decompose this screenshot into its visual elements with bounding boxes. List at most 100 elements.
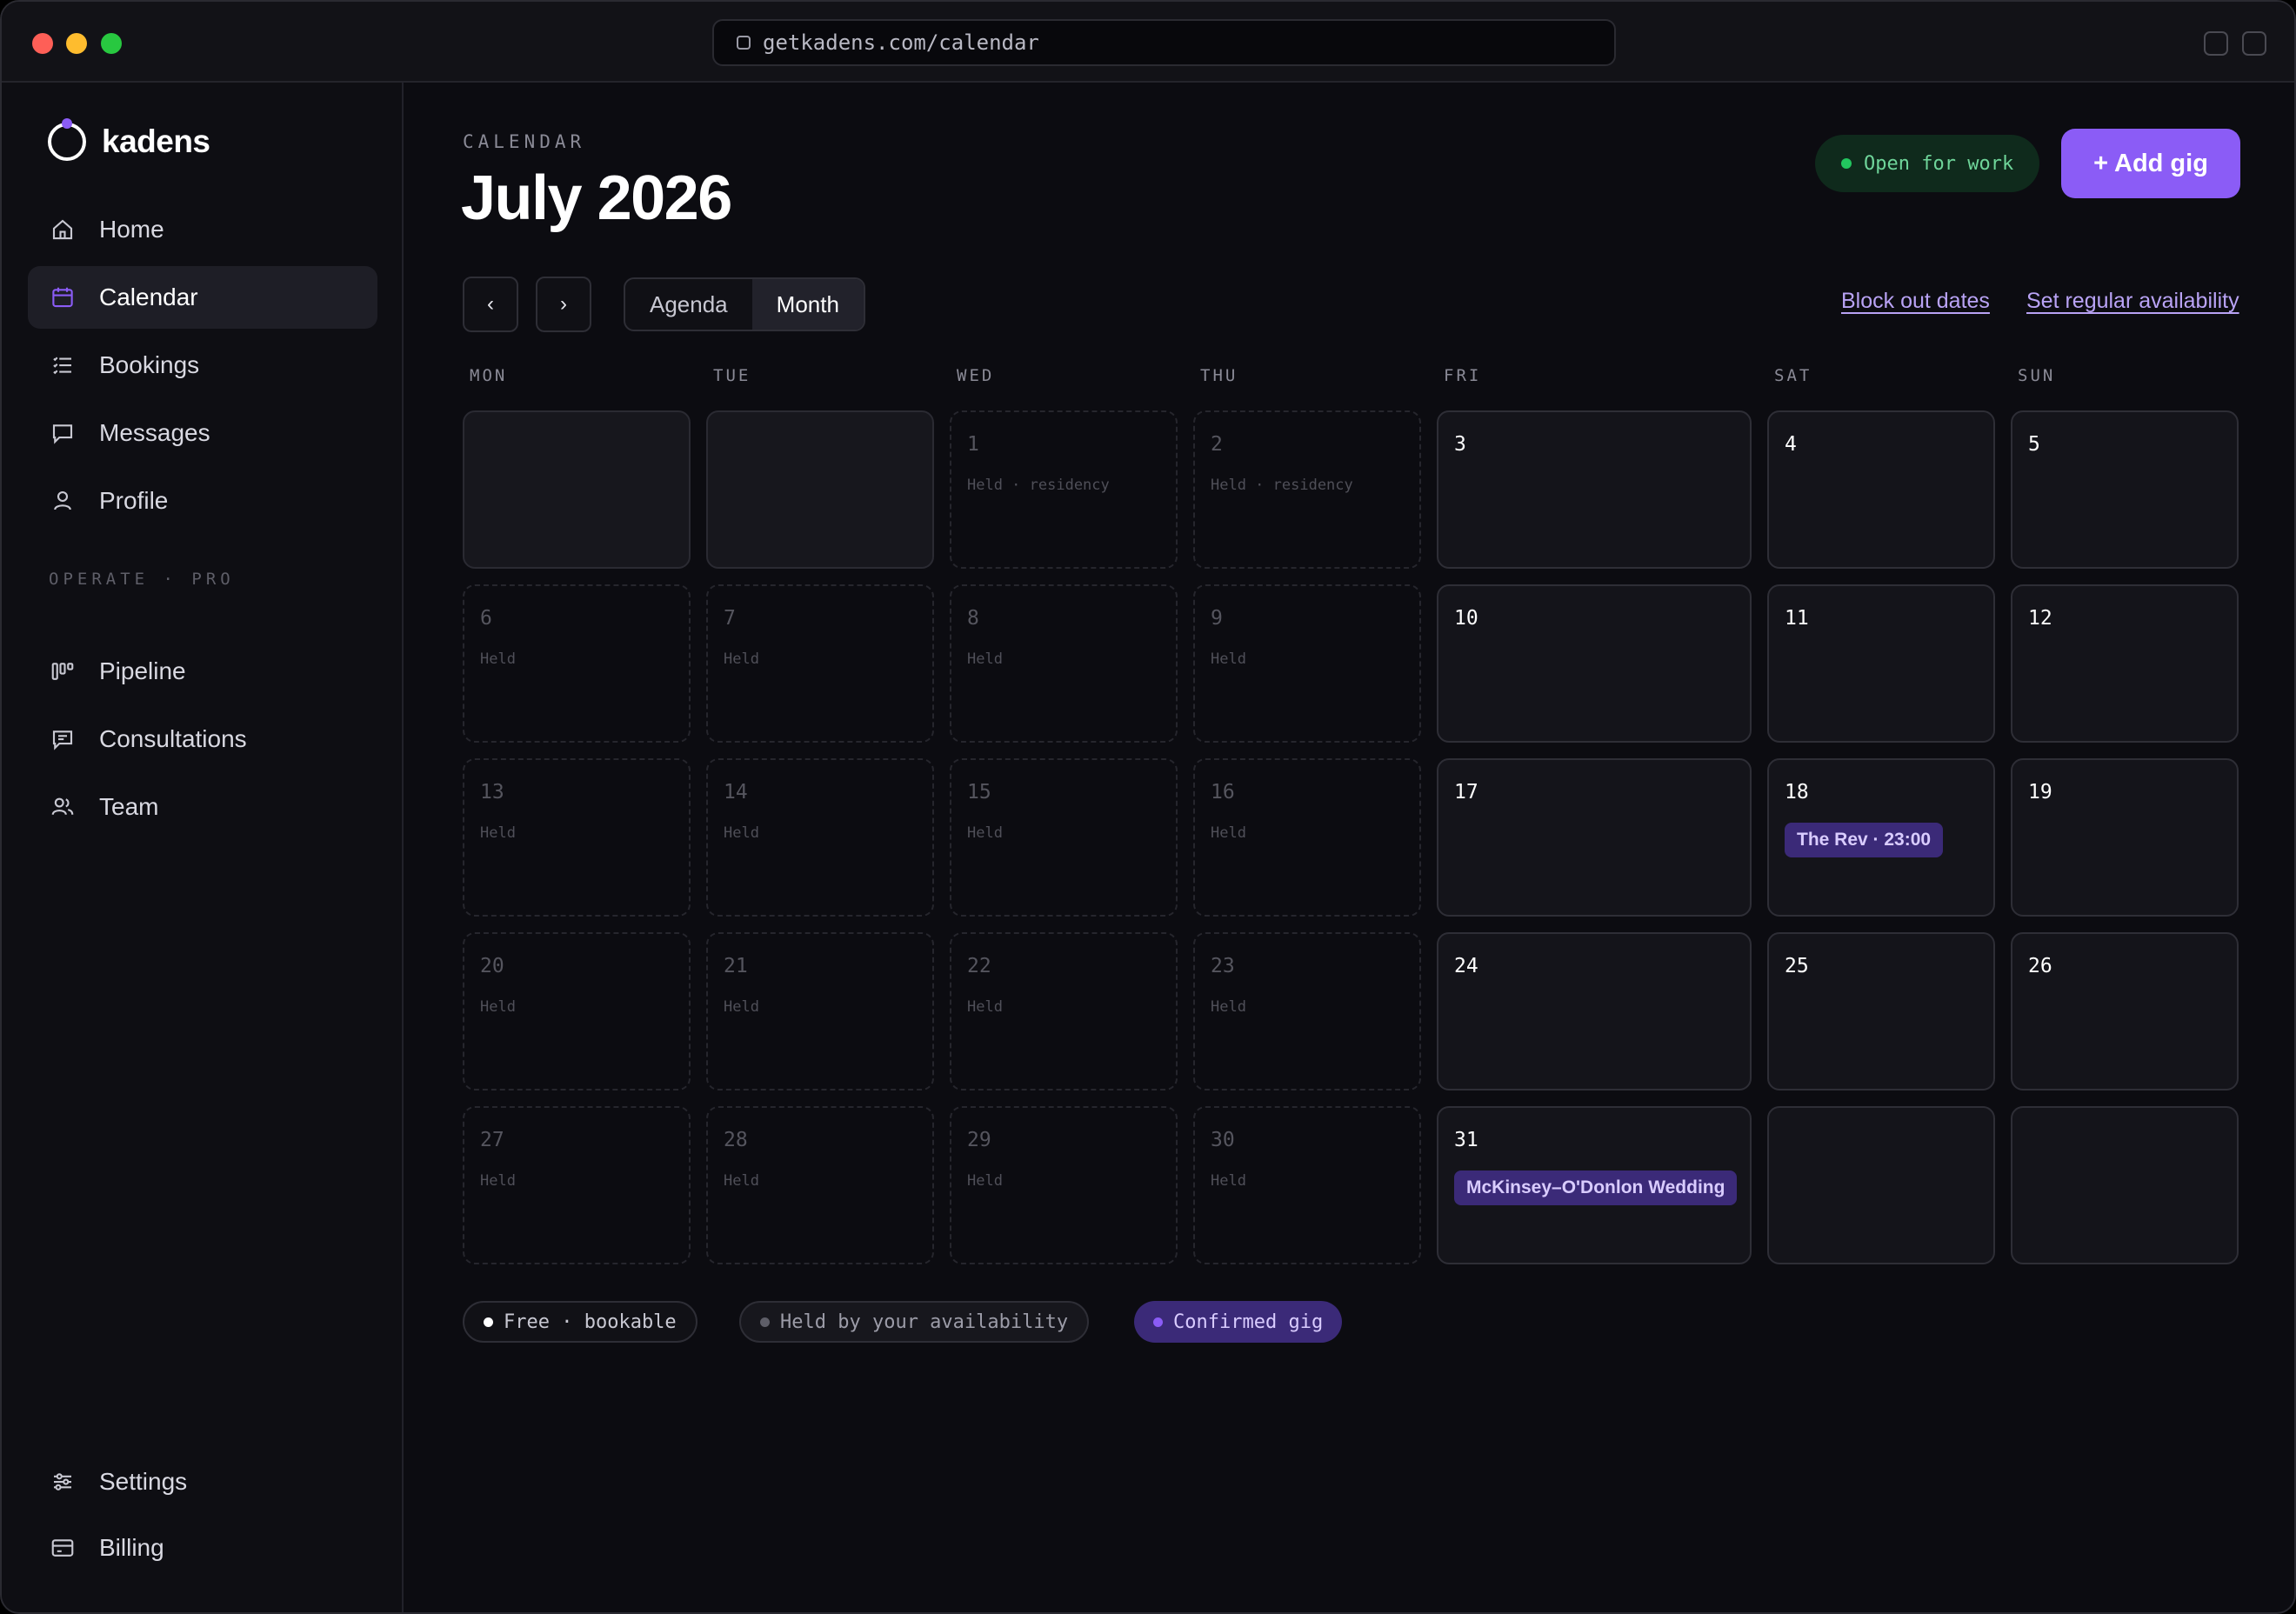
window-icon[interactable] bbox=[2242, 31, 2266, 56]
consultation-icon bbox=[52, 730, 73, 750]
calendar-day-cell[interactable]: 25 bbox=[1767, 932, 1995, 1090]
calendar-day-cell[interactable]: 3 bbox=[1437, 410, 1752, 569]
calendar-day-cell[interactable]: 13 Held bbox=[463, 758, 691, 917]
held-note: Held bbox=[724, 1172, 759, 1190]
list-icon bbox=[53, 357, 71, 375]
sidebar-item-home[interactable]: Home bbox=[28, 198, 377, 261]
calendar-day-cell[interactable]: 6 Held bbox=[463, 584, 691, 743]
calendar-day-cell[interactable]: 22 Held bbox=[950, 932, 1178, 1090]
day-number: 4 bbox=[1785, 433, 1797, 456]
weekday-label: THU bbox=[1200, 366, 1238, 385]
day-number: 8 bbox=[967, 607, 979, 630]
maximize-window-button[interactable] bbox=[101, 33, 122, 54]
minimize-window-button[interactable] bbox=[66, 33, 87, 54]
calendar-day-cell[interactable]: 11 bbox=[1767, 584, 1995, 743]
weekday-label: TUE bbox=[713, 366, 751, 385]
tabs-icon[interactable] bbox=[2204, 31, 2228, 56]
day-number: 27 bbox=[480, 1129, 504, 1151]
calendar-day-cell[interactable]: 2 Held · residency bbox=[1193, 410, 1421, 569]
sidebar-item-profile[interactable]: Profile bbox=[28, 470, 377, 532]
home-icon bbox=[52, 219, 73, 240]
calendar-day-cell[interactable] bbox=[1767, 1106, 1995, 1264]
sidebar-item-label: Bookings bbox=[99, 351, 200, 378]
calendar-day-cell[interactable]: 27 Held bbox=[463, 1106, 691, 1264]
held-note: Held bbox=[480, 650, 516, 668]
calendar-day-cell[interactable]: 12 bbox=[2011, 584, 2239, 743]
day-number: 5 bbox=[2028, 433, 2040, 456]
calendar-day-cell[interactable]: 18 The Rev · 23:00 bbox=[1767, 758, 1995, 917]
sidebar-item-label: Pipeline bbox=[99, 657, 186, 684]
calendar-day-cell[interactable]: 31 McKinsey–O'Donlon Wedding bbox=[1437, 1106, 1752, 1264]
close-window-button[interactable] bbox=[32, 33, 53, 54]
day-number: 2 bbox=[1211, 433, 1223, 456]
day-number: 12 bbox=[2028, 607, 2052, 630]
tab-agenda[interactable]: Agenda bbox=[625, 279, 752, 330]
block-out-dates-link[interactable]: Block out dates bbox=[1841, 289, 1990, 314]
sidebar-item-label: Team bbox=[99, 793, 159, 820]
calendar-day-cell[interactable]: 28 Held bbox=[706, 1106, 934, 1264]
weekday-label: WED bbox=[957, 366, 995, 385]
calendar-day-cell[interactable]: 17 bbox=[1437, 758, 1752, 917]
calendar-day-cell[interactable]: 5 bbox=[2011, 410, 2239, 569]
add-gig-button[interactable]: + Add gig bbox=[2061, 129, 2240, 198]
sidebar-item-billing[interactable]: Billing bbox=[28, 1517, 377, 1579]
calendar-day-cell[interactable]: 14 Held bbox=[706, 758, 934, 917]
calendar-day-cell[interactable]: 21 Held bbox=[706, 932, 934, 1090]
status-badge[interactable]: Open for work bbox=[1815, 135, 2040, 192]
calendar-day-cell[interactable]: 29 Held bbox=[950, 1106, 1178, 1264]
sidebar-item-calendar[interactable]: Calendar bbox=[28, 266, 377, 329]
sidebar-item-settings[interactable]: Settings bbox=[28, 1451, 377, 1513]
day-number: 6 bbox=[480, 607, 492, 630]
calendar-day-cell[interactable]: 16 Held bbox=[1193, 758, 1421, 917]
calendar-day-cell[interactable]: 15 Held bbox=[950, 758, 1178, 917]
calendar-day-cell[interactable]: 7 Held bbox=[706, 584, 934, 743]
held-dot-icon bbox=[760, 1317, 770, 1327]
calendar-day-cell[interactable]: 8 Held bbox=[950, 584, 1178, 743]
day-number: 18 bbox=[1785, 781, 1809, 804]
page-eyebrow: CALENDAR bbox=[463, 131, 586, 152]
gig-event-chip[interactable]: The Rev · 23:00 bbox=[1785, 823, 1944, 857]
day-number: 10 bbox=[1454, 607, 1478, 630]
gig-event-chip[interactable]: McKinsey–O'Donlon Wedding bbox=[1454, 1170, 1738, 1205]
day-number: 29 bbox=[967, 1129, 991, 1151]
set-regular-availability-link[interactable]: Set regular availability bbox=[2026, 289, 2239, 314]
address-bar[interactable]: getkadens.com/calendar bbox=[712, 19, 1616, 66]
calendar-day-cell[interactable]: 9 Held bbox=[1193, 584, 1421, 743]
message-icon bbox=[52, 424, 73, 444]
calendar-day-cell[interactable]: 20 Held bbox=[463, 932, 691, 1090]
calendar-day-cell[interactable]: 10 bbox=[1437, 584, 1752, 743]
held-note: Held bbox=[724, 650, 759, 668]
tab-month[interactable]: Month bbox=[751, 279, 864, 330]
sidebar-item-label: Calendar bbox=[99, 283, 198, 310]
calendar-day-cell[interactable]: 4 bbox=[1767, 410, 1995, 569]
weekday-label: SAT bbox=[1774, 366, 1812, 385]
day-number: 3 bbox=[1454, 433, 1466, 456]
sidebar-item-bookings[interactable]: Bookings bbox=[28, 334, 377, 397]
sidebar-item-consultations[interactable]: Consultations bbox=[28, 708, 377, 770]
day-number: 28 bbox=[724, 1129, 748, 1151]
held-note: Held bbox=[480, 998, 516, 1016]
brand[interactable]: kadens bbox=[48, 118, 210, 161]
sidebar-item-pipeline[interactable]: Pipeline bbox=[28, 640, 377, 703]
calendar-day-cell[interactable]: 26 bbox=[2011, 932, 2239, 1090]
held-note: Held bbox=[967, 998, 1003, 1016]
prev-month-button[interactable]: ‹ bbox=[463, 277, 518, 332]
calendar-day-cell[interactable]: 1 Held · residency bbox=[950, 410, 1178, 569]
day-number: 22 bbox=[967, 955, 991, 977]
calendar-day-cell[interactable]: 30 Held bbox=[1193, 1106, 1421, 1264]
day-number: 1 bbox=[967, 433, 979, 456]
url-text: getkadens.com/calendar bbox=[763, 30, 1039, 55]
weekday-label: SUN bbox=[2018, 366, 2056, 385]
sidebar-item-team[interactable]: Team bbox=[28, 776, 377, 838]
day-number: 26 bbox=[2028, 955, 2052, 977]
status-dot-icon bbox=[1841, 158, 1852, 169]
user-icon bbox=[54, 490, 71, 510]
next-month-button[interactable]: › bbox=[536, 277, 591, 332]
site-info-icon bbox=[737, 36, 751, 50]
calendar-day-cell[interactable]: 24 bbox=[1437, 932, 1752, 1090]
calendar-day-cell[interactable] bbox=[2011, 1106, 2239, 1264]
sidebar-item-messages[interactable]: Messages bbox=[28, 402, 377, 464]
calendar-day-cell[interactable]: 23 Held bbox=[1193, 932, 1421, 1090]
calendar-day-cell[interactable]: 19 bbox=[2011, 758, 2239, 917]
sidebar-item-label: Home bbox=[99, 216, 164, 243]
